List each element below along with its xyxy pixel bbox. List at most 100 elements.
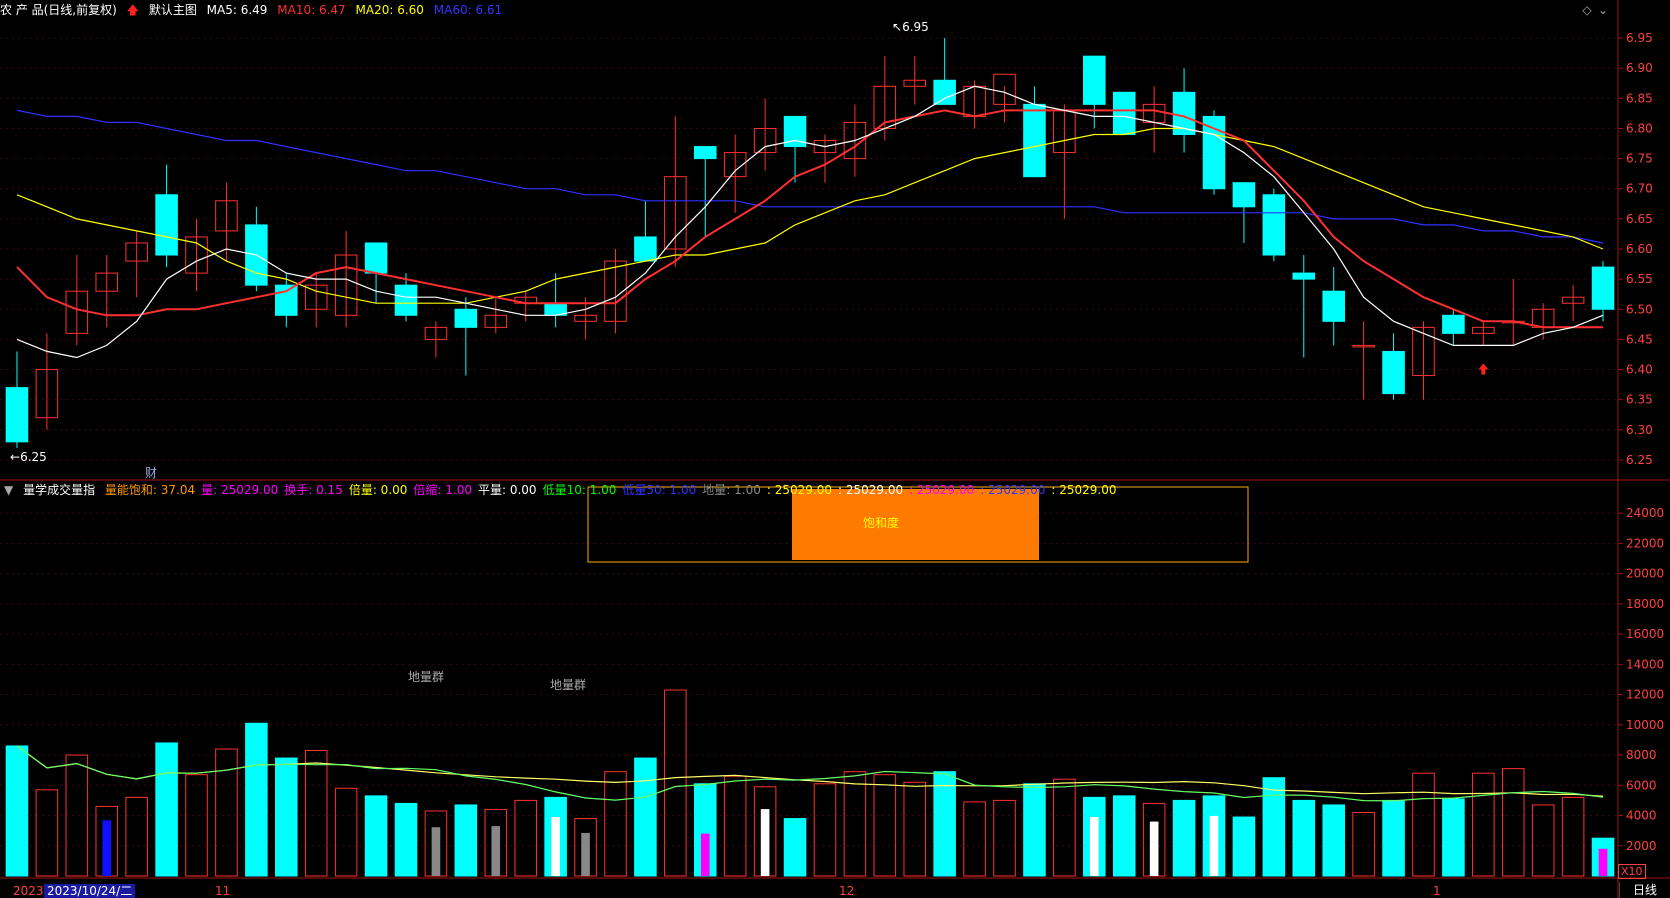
price-tick-label: 6.25 bbox=[1626, 453, 1653, 467]
volume-bar bbox=[1262, 777, 1286, 877]
volume-bar bbox=[514, 799, 537, 877]
price-tick-label: 6.75 bbox=[1626, 152, 1653, 166]
ground-volume-group-label: 地量群 bbox=[408, 670, 445, 684]
volume-bar bbox=[215, 748, 238, 877]
volume-marker-bar bbox=[581, 832, 590, 876]
volume-bar bbox=[903, 781, 927, 877]
volume-tick-label: 22000 bbox=[1626, 536, 1664, 550]
period-selector[interactable]: 日线 bbox=[1619, 882, 1670, 898]
volume-tick-label: 2000 bbox=[1626, 839, 1657, 853]
volume-bar bbox=[963, 801, 986, 877]
down-candle bbox=[394, 284, 418, 316]
chevron-down-icon[interactable]: ⌄ bbox=[1596, 3, 1610, 17]
ground-volume-group-label: 地量群 bbox=[550, 678, 587, 692]
price-tick-label: 6.60 bbox=[1626, 242, 1653, 256]
volume-bar bbox=[1472, 772, 1495, 877]
volume-bar bbox=[304, 750, 328, 877]
volume-bar bbox=[723, 775, 747, 877]
volume-marker-bar bbox=[431, 827, 441, 876]
volume-tick-label: 20000 bbox=[1626, 567, 1664, 581]
ma5-label: MA5: 6.49 bbox=[206, 3, 268, 17]
volume-bar bbox=[1172, 799, 1196, 877]
saturation-label: 饱和度 bbox=[863, 516, 900, 530]
volume-tick-label: 12000 bbox=[1626, 688, 1664, 702]
ma60-line bbox=[16, 109, 1604, 244]
down-candle bbox=[933, 79, 956, 105]
indicator-menu-icon[interactable]: ▼ bbox=[4, 483, 13, 497]
volume-metric-label: : 25029.00 bbox=[909, 483, 975, 497]
volume-bar bbox=[1382, 799, 1405, 877]
volume-bar bbox=[813, 783, 837, 877]
finance-marker[interactable]: 财 bbox=[145, 464, 157, 481]
scale-multiplier-label: X10 bbox=[1618, 864, 1646, 879]
indicator-name[interactable]: 量学成交量指 bbox=[23, 483, 95, 497]
selected-date-label[interactable]: 2023/10/24/二 bbox=[44, 884, 136, 898]
volume-marker-bar bbox=[1209, 815, 1219, 876]
volume-bar bbox=[604, 771, 627, 877]
down-candle bbox=[1232, 182, 1256, 208]
low-price-label: ←6.25 bbox=[10, 450, 47, 464]
price-tick-label: 6.90 bbox=[1626, 61, 1653, 75]
diamond-icon[interactable]: ◇ bbox=[1580, 3, 1594, 17]
volume-tick-label: 6000 bbox=[1626, 778, 1657, 792]
year-label: 2023 bbox=[13, 884, 44, 898]
volume-marker-bar bbox=[1089, 817, 1099, 876]
price-tick-label: 6.65 bbox=[1626, 212, 1653, 226]
price-tick-label: 6.80 bbox=[1626, 121, 1653, 135]
volume-bar bbox=[1232, 816, 1256, 877]
volume-metric-label: : 25029.00 bbox=[766, 483, 832, 497]
price-tick-label: 6.30 bbox=[1626, 423, 1653, 437]
volume-bar bbox=[155, 742, 178, 877]
chart-preset-label[interactable]: 默认主图 bbox=[149, 3, 197, 17]
volume-bar bbox=[1322, 804, 1345, 877]
volume-tick-label: 4000 bbox=[1626, 809, 1657, 823]
volume-marker-bar bbox=[551, 817, 560, 876]
volume-marker-bar bbox=[1149, 821, 1159, 876]
down-candle bbox=[5, 387, 29, 443]
down-candle bbox=[454, 308, 478, 328]
price-tick-label: 6.45 bbox=[1626, 332, 1653, 346]
volume-bar bbox=[993, 799, 1016, 877]
volume-bar bbox=[1292, 799, 1316, 877]
volume-bar bbox=[364, 795, 388, 877]
down-candle bbox=[155, 194, 178, 256]
down-candle bbox=[1382, 350, 1405, 395]
month-label: 11 bbox=[215, 884, 231, 898]
volume-marker-bar bbox=[1598, 848, 1608, 876]
volume-metric-label: 倍量: 0.00 bbox=[348, 483, 408, 497]
volume-bar bbox=[1561, 796, 1585, 877]
volume-tick-label: 24000 bbox=[1626, 506, 1664, 520]
volume-tick-label: 10000 bbox=[1626, 718, 1664, 732]
volume-bar bbox=[1352, 811, 1375, 877]
volume-bar bbox=[35, 789, 59, 877]
down-candle bbox=[1083, 55, 1106, 105]
volume-bar bbox=[634, 757, 657, 877]
stock-chart[interactable]: 6.25 6.30 6.35 6.40 6.45 6.50 6.55 6.60 6.65 6.70… bbox=[0, 0, 1670, 898]
high-price-label: ↖6.95 bbox=[892, 20, 929, 34]
volume-metric-label: 地量: 1.00 bbox=[702, 483, 761, 497]
ma5-line bbox=[16, 85, 1604, 359]
price-tick-label: 6.40 bbox=[1626, 363, 1653, 377]
volume-metric-label: 低量10: 1.00 bbox=[542, 483, 617, 497]
ma10-label: MA10: 6.47 bbox=[277, 3, 346, 17]
volume-tick-label: 14000 bbox=[1626, 657, 1664, 671]
ma20-label: MA20: 6.60 bbox=[355, 3, 424, 17]
down-candle bbox=[1202, 115, 1226, 190]
volume-tick-label: 8000 bbox=[1626, 748, 1657, 762]
volume-bar bbox=[394, 802, 418, 877]
volume-bar bbox=[783, 818, 807, 877]
volume-indicator-header: ▼ 量学成交量指 量能饱和: 37.04 量: 25029.00 换手: 0.15 倍… bbox=[0, 480, 1128, 500]
buy-signal-arrow-icon bbox=[1478, 363, 1489, 375]
volume-bar bbox=[185, 774, 208, 877]
volume-metric-label: 低量50: 1.00 bbox=[622, 483, 697, 497]
volume-bar bbox=[454, 804, 478, 877]
price-tick-label: 6.55 bbox=[1626, 272, 1653, 286]
price-tick-label: 6.95 bbox=[1626, 31, 1653, 45]
main-chart-header: 农 产 品(日线,前复权) 🡅 默认主图 MA5: 6.49 MA10: 6.4… bbox=[0, 0, 508, 20]
down-candle bbox=[1292, 272, 1316, 280]
stock-title[interactable]: 农 产 品(日线,前复权) bbox=[0, 3, 117, 17]
down-candle bbox=[1442, 314, 1465, 334]
month-label: 1 bbox=[1433, 884, 1441, 898]
volume-tick-label: 18000 bbox=[1626, 597, 1664, 611]
down-candle bbox=[1262, 194, 1286, 256]
